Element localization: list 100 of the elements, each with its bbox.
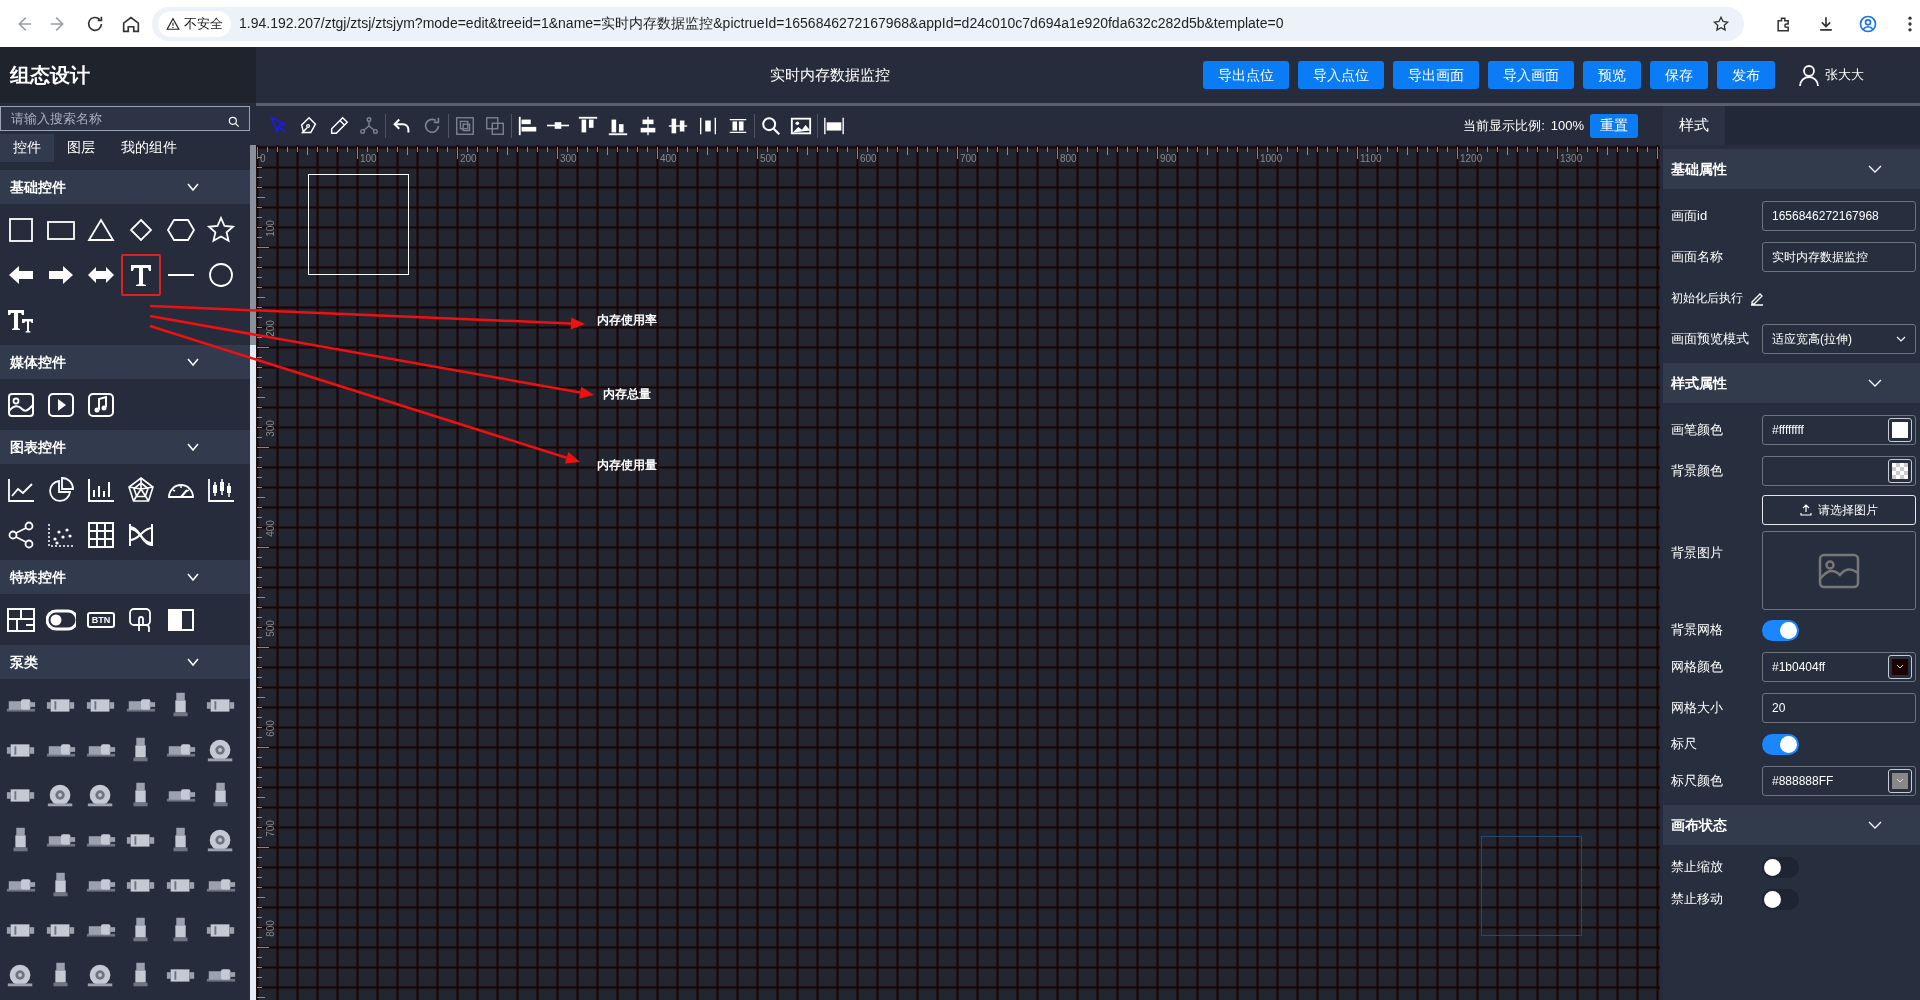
zoom-value: 100% (1550, 116, 1584, 135)
ruler-label: 800 (264, 919, 276, 939)
security-chip[interactable]: 不安全 (158, 10, 231, 37)
section-header[interactable]: 图表控件 (0, 430, 250, 464)
warning-icon (166, 16, 180, 31)
section-header[interactable]: 泵类 (0, 645, 250, 679)
section-header[interactable]: 基础控件 (0, 170, 250, 204)
color-field[interactable]: #888888FF (1762, 765, 1916, 796)
header-button[interactable]: 预览 (1583, 61, 1641, 89)
image-preview[interactable] (1762, 531, 1916, 610)
field-label: 初始化后执行 (1671, 289, 1743, 307)
search-icon (227, 115, 241, 129)
group-icon (454, 114, 476, 137)
sidebar-tab[interactable]: 我的组件 (108, 133, 190, 162)
ruler-label: 1200 (1460, 153, 1483, 164)
color-swatch[interactable] (1888, 654, 1912, 679)
color-field[interactable]: #1b0404ff (1762, 651, 1916, 682)
network-graph-icon[interactable] (6, 519, 36, 550)
header-button[interactable]: 导出点位 (1203, 61, 1289, 89)
field-label: 背景图片 (1671, 543, 1724, 562)
search-field[interactable]: 请输入搜索名称 (0, 106, 250, 131)
section-header[interactable]: 样式属性 (1663, 363, 1920, 403)
ruler-label: 200 (264, 319, 276, 339)
field-label: 画面id (1671, 206, 1709, 225)
ruler-label: 500 (264, 619, 276, 639)
ruler-label: 400 (264, 519, 276, 539)
section-header[interactable]: 媒体控件 (0, 345, 250, 379)
radar-chart-icon[interactable] (126, 474, 156, 505)
ruler-label: 700 (960, 153, 977, 164)
color-field[interactable]: #ffffffff (1762, 414, 1916, 445)
nodes-icon (358, 114, 380, 137)
section-header[interactable]: 基础属性 (1663, 149, 1920, 189)
chevron-icon (1896, 777, 1904, 784)
table-icon[interactable] (86, 519, 116, 550)
field-label: 网格颜色 (1671, 657, 1724, 676)
field-label: 禁止移动 (1671, 890, 1724, 909)
canvas-text[interactable]: 内存总量 (603, 385, 651, 403)
toggle-switch[interactable] (1762, 619, 1799, 641)
toggle-switch[interactable] (1762, 733, 1799, 755)
field-label: 背景颜色 (1671, 461, 1724, 480)
header-button[interactable]: 导入点位 (1298, 61, 1384, 89)
field-label: 禁止缩放 (1671, 858, 1724, 877)
ruler-label: 300 (264, 419, 276, 439)
field-label: 画笔颜色 (1671, 420, 1724, 439)
reset-button[interactable]: 重置 (1590, 113, 1638, 138)
chevron-icon (1896, 663, 1904, 670)
field-label: 画面预览模式 (1671, 329, 1750, 348)
header-button[interactable]: 发布 (1717, 61, 1775, 89)
address-text[interactable]: 1.94.192.207/ztgj/ztsj/ztsjym?mode=edit&treeid=1&name=实时内存数据监控&pictrueId=1656846272167968&appId=d24c010c7d694a1e920fda632c282d5b&template=0 (239, 13, 1712, 34)
select-field[interactable]: 适应宽高(拉伸) (1762, 323, 1916, 354)
ruler-label: 600 (264, 719, 276, 739)
pie-chart-icon[interactable] (46, 474, 76, 505)
profile-icon[interactable] (1858, 13, 1878, 34)
ruler-label: 800 (1060, 153, 1077, 164)
ruler-label: 200 (460, 153, 477, 164)
user-icon (1797, 63, 1821, 87)
sidebar-tab[interactable]: 控件 (0, 133, 54, 162)
ruler-label: 100 (264, 219, 276, 239)
color-field[interactable] (1762, 455, 1916, 486)
bookmark-star-icon[interactable] (1712, 14, 1730, 33)
ruler-label: 400 (660, 153, 677, 164)
canvas-text[interactable]: 内存使用率 (597, 311, 657, 329)
ruler-label: 700 (264, 819, 276, 839)
color-swatch[interactable] (1888, 768, 1912, 793)
ruler-label: 1300 (1560, 153, 1583, 164)
scrollbar[interactable] (250, 103, 256, 1000)
color-swatch[interactable] (1888, 417, 1912, 442)
toggle-switch[interactable] (1762, 856, 1799, 878)
section-header[interactable]: 特殊控件 (0, 560, 250, 594)
section-header[interactable]: 画布状态 (1663, 805, 1920, 845)
ruler-label: 500 (760, 153, 777, 164)
align-left-icon (517, 114, 539, 137)
header-button[interactable]: 保存 (1650, 61, 1708, 89)
pencil-icon (328, 114, 350, 137)
rectangle-shape[interactable] (308, 174, 409, 275)
user-menu[interactable]: 张大大 (1797, 63, 1864, 87)
field-label: 网格大小 (1671, 698, 1724, 717)
header-button[interactable]: 导入画面 (1488, 61, 1574, 89)
field-label: 标尺 (1671, 735, 1698, 754)
button-widget-icon[interactable]: BTN (86, 611, 116, 628)
text-tool-tool[interactable] (121, 253, 161, 296)
panel-tab[interactable]: 样式 (1663, 106, 1725, 145)
field-label: 画面名称 (1671, 247, 1724, 266)
header-button[interactable]: 导出画面 (1393, 61, 1479, 89)
search-icon (760, 114, 782, 137)
page-title: 实时内存数据监控 (770, 64, 890, 85)
input-field[interactable]: 1656846272167968 (1762, 200, 1916, 231)
color-swatch[interactable] (1888, 458, 1912, 483)
field-label: 背景网格 (1671, 621, 1724, 640)
input-field[interactable]: 20 (1762, 692, 1916, 723)
upload-button[interactable]: 请选择图片 (1762, 495, 1916, 525)
toggle-switch[interactable] (1762, 888, 1799, 910)
ruler-label: 600 (860, 153, 877, 164)
top-ruler[interactable] (256, 147, 1660, 161)
input-field[interactable]: 实时内存数据监控 (1762, 241, 1916, 272)
canvas-text[interactable]: 内存使用量 (597, 456, 657, 474)
star-icon (206, 214, 236, 245)
sidebar-tab[interactable]: 图层 (54, 133, 108, 162)
ruler-label: 300 (560, 153, 577, 164)
ungroup-icon (484, 114, 506, 137)
